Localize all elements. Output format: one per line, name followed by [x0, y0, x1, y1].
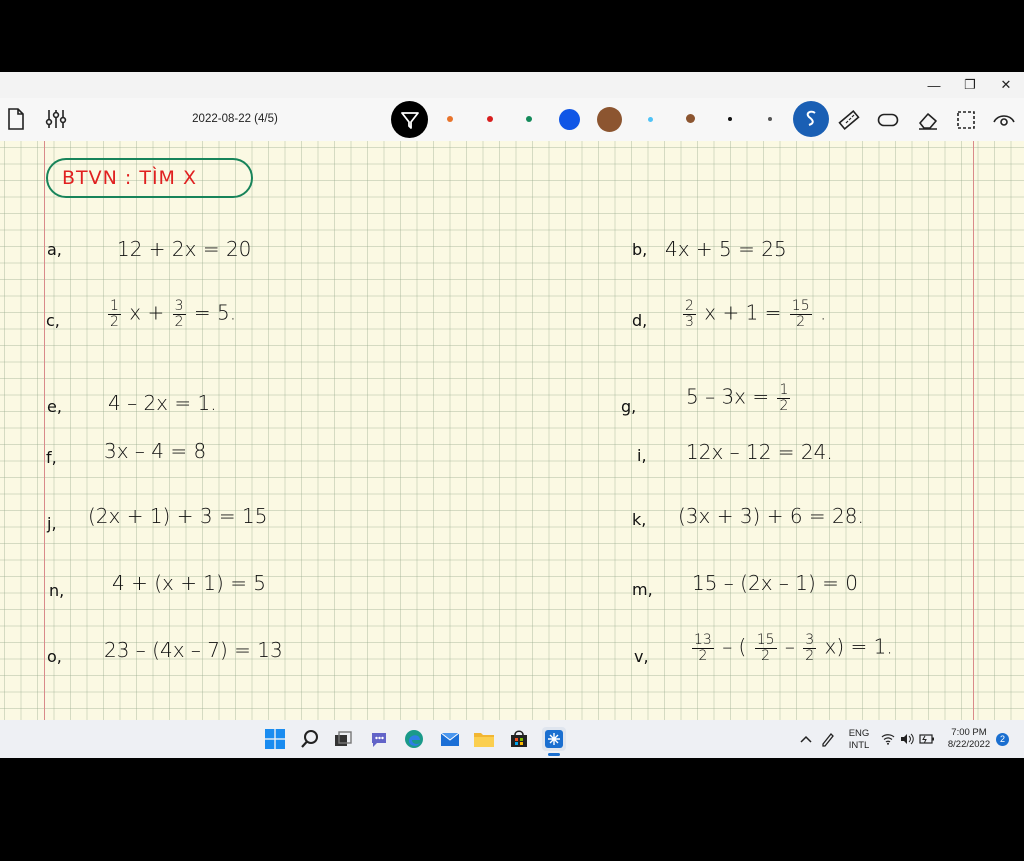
- pen-color-red[interactable]: [487, 116, 493, 122]
- notes-app-icon[interactable]: [542, 727, 566, 751]
- exercise-d-equation: 23 x + 1 = 15 2 .: [683, 298, 827, 330]
- right-margin-line: [973, 141, 974, 720]
- funnel-pen-icon[interactable]: [391, 101, 428, 138]
- exercise-f-equation: 3x – 4 = 8: [104, 439, 207, 463]
- active-app-indicator: [548, 753, 560, 756]
- exercise-c-equation: 12 x + 32 = 5.: [108, 298, 237, 330]
- task-view-icon[interactable]: [331, 727, 355, 751]
- exercise-g-equation: 5 – 3x = 12: [686, 382, 791, 414]
- battery-icon[interactable]: [917, 727, 937, 751]
- app-toolbar: 2022-08-22 (4/5): [0, 98, 1024, 141]
- fraction: 12: [108, 298, 121, 330]
- pen-color-orange[interactable]: [447, 116, 453, 122]
- fraction: 23: [683, 298, 696, 330]
- exercise-label-d: d,: [632, 311, 648, 330]
- exercise-i-equation: 12x – 12 = 24.: [686, 440, 833, 464]
- lasso-icon[interactable]: [793, 101, 829, 137]
- exercise-k-equation: (3x + 3) + 6 = 28.: [678, 504, 864, 528]
- exercise-label-g: g,: [621, 397, 637, 416]
- exercise-label-a: a,: [47, 240, 62, 259]
- pen-color-gray[interactable]: [768, 117, 772, 121]
- exercise-label-v: v,: [634, 647, 649, 666]
- exercise-a-equation: 12 + 2x = 20: [117, 237, 252, 261]
- pen-color-green[interactable]: [526, 116, 532, 122]
- exercise-label-e: e,: [47, 397, 62, 416]
- fraction: 12: [777, 382, 791, 414]
- fraction: 32: [172, 298, 186, 330]
- eraser-icon[interactable]: [915, 107, 941, 133]
- ruler-icon[interactable]: [836, 107, 862, 133]
- minimize-button[interactable]: —: [916, 72, 952, 98]
- close-button[interactable]: ✕: [988, 72, 1024, 98]
- file-explorer-icon[interactable]: [472, 727, 496, 751]
- teams-chat-icon[interactable]: [367, 727, 391, 751]
- fraction: 15 2: [789, 298, 812, 330]
- maximize-button[interactable]: ❐: [952, 72, 988, 98]
- pen-tray-icon[interactable]: [818, 727, 838, 751]
- exercise-label-i: i,: [637, 446, 647, 465]
- pen-color-light-blue[interactable]: [648, 117, 653, 122]
- exercise-label-k: k,: [632, 510, 647, 529]
- volume-icon[interactable]: [898, 727, 916, 751]
- exercise-e-equation: 4 – 2x = 1.: [108, 391, 217, 415]
- chevron-up-icon[interactable]: [796, 727, 816, 751]
- exercise-label-b: b,: [632, 240, 648, 259]
- exercise-b-equation: 4x + 5 = 25: [665, 237, 787, 261]
- window-title-bar: — ❐ ✕: [0, 72, 1024, 98]
- exercise-label-o: o,: [47, 647, 62, 666]
- wifi-icon[interactable]: [879, 727, 897, 751]
- view-icon[interactable]: [991, 107, 1017, 133]
- edge-icon[interactable]: [402, 727, 426, 751]
- document-title: 2022-08-22 (4/5): [192, 113, 278, 125]
- exercise-label-n: n,: [49, 581, 65, 600]
- exercise-o-equation: 23 – (4x – 7) = 13: [104, 638, 283, 662]
- language-indicator[interactable]: ENG INTL: [843, 728, 875, 752]
- exercise-label-m: m,: [632, 580, 653, 599]
- pen-color-brown-large[interactable]: [597, 107, 622, 132]
- exercise-v-equation: 13 2 – ( 15 2 – 32 x) = 1.: [692, 632, 893, 664]
- note-canvas[interactable]: BTVN : TÌM X a, 12 + 2x = 20 b, 4x + 5 =…: [0, 141, 1024, 720]
- homework-title-badge: BTVN : TÌM X: [46, 158, 253, 198]
- windows-start-icon[interactable]: [263, 727, 287, 751]
- pen-color-brown-small[interactable]: [686, 114, 695, 123]
- clock[interactable]: 7:00 PM 8/22/2022: [938, 727, 1000, 751]
- exercise-label-f: f,: [46, 448, 57, 467]
- windows-taskbar: ENG INTL 7:00 PM 8/22/2022 2: [0, 720, 1024, 758]
- pen-color-blue[interactable]: [559, 109, 580, 130]
- exercise-m-equation: 15 – (2x – 1) = 0: [692, 571, 858, 595]
- settings-sliders-icon[interactable]: [44, 107, 68, 131]
- fraction: 32: [803, 632, 817, 664]
- exercise-label-j: j,: [47, 514, 57, 533]
- exercise-j-equation: (2x + 1) + 3 = 15: [88, 504, 268, 528]
- homework-title-text: BTVN : TÌM X: [62, 167, 197, 189]
- exercise-label-c: c,: [46, 311, 60, 330]
- fraction: 13 2: [692, 632, 714, 664]
- fraction: 15 2: [754, 632, 777, 664]
- left-margin-line: [44, 141, 45, 720]
- mail-icon[interactable]: [438, 727, 462, 751]
- pen-color-black[interactable]: [728, 117, 732, 121]
- new-page-icon[interactable]: [4, 107, 28, 131]
- selection-icon[interactable]: [953, 107, 979, 133]
- search-icon[interactable]: [298, 727, 322, 751]
- notification-count-badge[interactable]: 2: [996, 733, 1009, 746]
- exercise-n-equation: 4 + (x + 1) = 5: [112, 571, 267, 595]
- store-icon[interactable]: [507, 727, 531, 751]
- shape-icon[interactable]: [875, 107, 901, 133]
